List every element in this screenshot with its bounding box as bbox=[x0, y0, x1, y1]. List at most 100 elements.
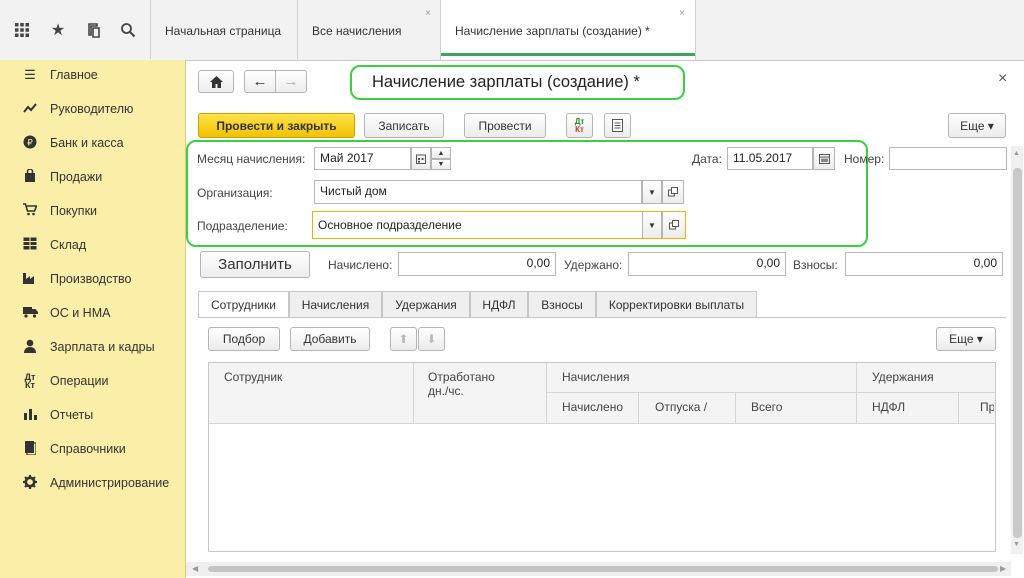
back-button[interactable]: ← bbox=[244, 70, 276, 93]
arrow-down-icon: ⬇ bbox=[426, 332, 437, 346]
date-field[interactable]: 11.05.2017 bbox=[727, 147, 813, 170]
tab-accruals[interactable]: Начисления bbox=[289, 291, 382, 317]
open-form-icon bbox=[668, 187, 678, 197]
column-header-ndfl[interactable]: НДФЛ bbox=[872, 400, 905, 414]
sidebar-item-main[interactable]: ☰ Главное bbox=[0, 58, 185, 92]
department-dropdown[interactable]: ▼ bbox=[642, 211, 662, 239]
organization-open-button[interactable] bbox=[662, 180, 684, 204]
dt-kt-icon: Дт Кт bbox=[574, 116, 585, 134]
tab-employees[interactable]: Сотрудники bbox=[198, 291, 289, 318]
column-header-vacation[interactable]: Отпуска / bbox=[655, 400, 707, 414]
sidebar-item-assets[interactable]: ОС и НМА bbox=[0, 296, 185, 330]
post-button[interactable]: Провести bbox=[464, 113, 546, 138]
month-label: Месяц начисления: bbox=[197, 152, 306, 166]
sidebar-item-manager[interactable]: Руководителю bbox=[0, 92, 185, 126]
print-document-button[interactable] bbox=[604, 113, 631, 138]
scroll-up-icon[interactable]: ▲ bbox=[1013, 150, 1020, 157]
sidebar-item-references[interactable]: Справочники bbox=[0, 432, 185, 466]
header-divider bbox=[735, 393, 736, 423]
department-field[interactable]: Основное подразделение bbox=[312, 211, 642, 239]
sidebar-item-label: Операции bbox=[50, 374, 109, 388]
sidebar-item-reports[interactable]: Отчеты bbox=[0, 398, 185, 432]
bar-chart-icon bbox=[20, 408, 40, 423]
tab-home[interactable]: Начальная страница bbox=[150, 0, 298, 59]
chevron-up-icon: ▲ bbox=[437, 149, 445, 157]
organization-field[interactable]: Чистый дом bbox=[314, 180, 642, 204]
header-divider bbox=[546, 363, 547, 423]
dt-kt-icon: Дт Кт bbox=[24, 372, 36, 390]
tab-payment-corrections[interactable]: Корректировки выплаты bbox=[596, 291, 757, 317]
star-icon[interactable]: ★ bbox=[42, 14, 74, 46]
apps-grid-icon[interactable] bbox=[6, 14, 38, 46]
chevron-down-icon: ▼ bbox=[648, 220, 656, 230]
column-header-employee[interactable]: Сотрудник bbox=[224, 370, 282, 384]
top-bar: ★ Начальная страница Все начисления × На… bbox=[0, 0, 1024, 61]
active-tab-indicator bbox=[441, 53, 695, 56]
calendar-button[interactable] bbox=[411, 147, 431, 170]
trend-icon bbox=[20, 102, 40, 117]
pick-button[interactable]: Подбор bbox=[208, 327, 280, 351]
move-up-button[interactable]: ⬆ bbox=[390, 327, 417, 351]
sidebar-item-operations[interactable]: Дт Кт Операции bbox=[0, 364, 185, 398]
sidebar-item-production[interactable]: Производство bbox=[0, 262, 185, 296]
column-header-total[interactable]: Всего bbox=[751, 400, 782, 414]
history-icon[interactable] bbox=[78, 14, 110, 46]
month-up-button[interactable]: ▲ bbox=[431, 147, 451, 159]
month-field[interactable]: Май 2017 bbox=[314, 147, 411, 170]
column-header-accrued[interactable]: Начислено bbox=[562, 400, 623, 414]
dt-kt-report-button[interactable]: Дт Кт bbox=[566, 113, 593, 138]
date-picker-button[interactable] bbox=[813, 147, 835, 170]
close-icon[interactable]: × bbox=[425, 8, 431, 19]
add-button[interactable]: Добавить bbox=[290, 327, 370, 351]
vertical-scroll-thumb[interactable] bbox=[1013, 168, 1022, 538]
calendar-icon bbox=[416, 154, 426, 164]
bag-icon bbox=[20, 167, 40, 186]
scroll-left-icon[interactable]: ◀ bbox=[192, 564, 198, 573]
header-bottom-line bbox=[209, 423, 995, 424]
save-button[interactable]: Записать bbox=[364, 113, 444, 138]
horizontal-scroll-thumb[interactable] bbox=[208, 566, 998, 572]
column-header-other[interactable]: Пр bbox=[980, 400, 994, 414]
table-more-button[interactable]: Еще ▾ bbox=[936, 327, 996, 351]
scroll-down-icon[interactable]: ▼ bbox=[1013, 541, 1020, 548]
close-icon[interactable]: × bbox=[679, 8, 685, 19]
sidebar-item-sales[interactable]: Продажи bbox=[0, 160, 185, 194]
tab-contributions[interactable]: Взносы bbox=[528, 291, 596, 317]
close-form-icon[interactable]: × bbox=[998, 70, 1007, 88]
accrued-field: 0,00 bbox=[398, 252, 556, 276]
sidebar-item-label: ОС и НМА bbox=[50, 306, 111, 320]
search-icon[interactable] bbox=[112, 14, 144, 46]
sidebar-item-payroll-hr[interactable]: Зарплата и кадры bbox=[0, 330, 185, 364]
post-and-close-button[interactable]: Провести и закрыть bbox=[198, 113, 355, 138]
fill-button[interactable]: Заполнить bbox=[200, 251, 310, 278]
tabs-divider bbox=[198, 317, 1006, 318]
header-divider bbox=[638, 393, 639, 423]
sidebar-item-label: Зарплата и кадры bbox=[50, 340, 155, 354]
home-button[interactable] bbox=[198, 70, 234, 93]
tab-deductions[interactable]: Удержания bbox=[382, 291, 470, 317]
chevron-down-icon: ▼ bbox=[648, 187, 656, 197]
number-field[interactable] bbox=[889, 147, 1007, 170]
sidebar-item-label: Справочники bbox=[50, 442, 126, 456]
more-button[interactable]: Еще ▾ bbox=[948, 113, 1006, 138]
column-header-worked[interactable]: Отработано bbox=[428, 370, 495, 384]
header-divider bbox=[856, 363, 857, 423]
department-open-button[interactable] bbox=[662, 211, 686, 239]
organization-dropdown[interactable]: ▼ bbox=[642, 180, 662, 204]
sidebar-item-warehouse[interactable]: Склад bbox=[0, 228, 185, 262]
menu-icon: ☰ bbox=[24, 67, 36, 82]
month-down-button[interactable]: ▼ bbox=[431, 159, 451, 170]
column-group-deductions: Удержания bbox=[872, 370, 934, 384]
tab-ndfl[interactable]: НДФЛ bbox=[470, 291, 528, 317]
tab-all-accruals[interactable]: Все начисления × bbox=[297, 0, 441, 59]
sidebar-item-purchases[interactable]: Покупки bbox=[0, 194, 185, 228]
document-icon bbox=[612, 119, 623, 132]
sidebar-item-bank[interactable]: ₽ Банк и касса bbox=[0, 126, 185, 160]
tab-payroll-create[interactable]: Начисление зарплаты (создание) * × bbox=[440, 0, 696, 60]
forward-button[interactable]: → bbox=[275, 70, 307, 93]
sidebar-item-admin[interactable]: Администрирование bbox=[0, 466, 185, 500]
move-down-button[interactable]: ⬇ bbox=[418, 327, 445, 351]
sidebar-item-label: Покупки bbox=[50, 204, 98, 218]
scroll-right-icon[interactable]: ▶ bbox=[1000, 564, 1006, 573]
gear-icon bbox=[20, 474, 40, 492]
